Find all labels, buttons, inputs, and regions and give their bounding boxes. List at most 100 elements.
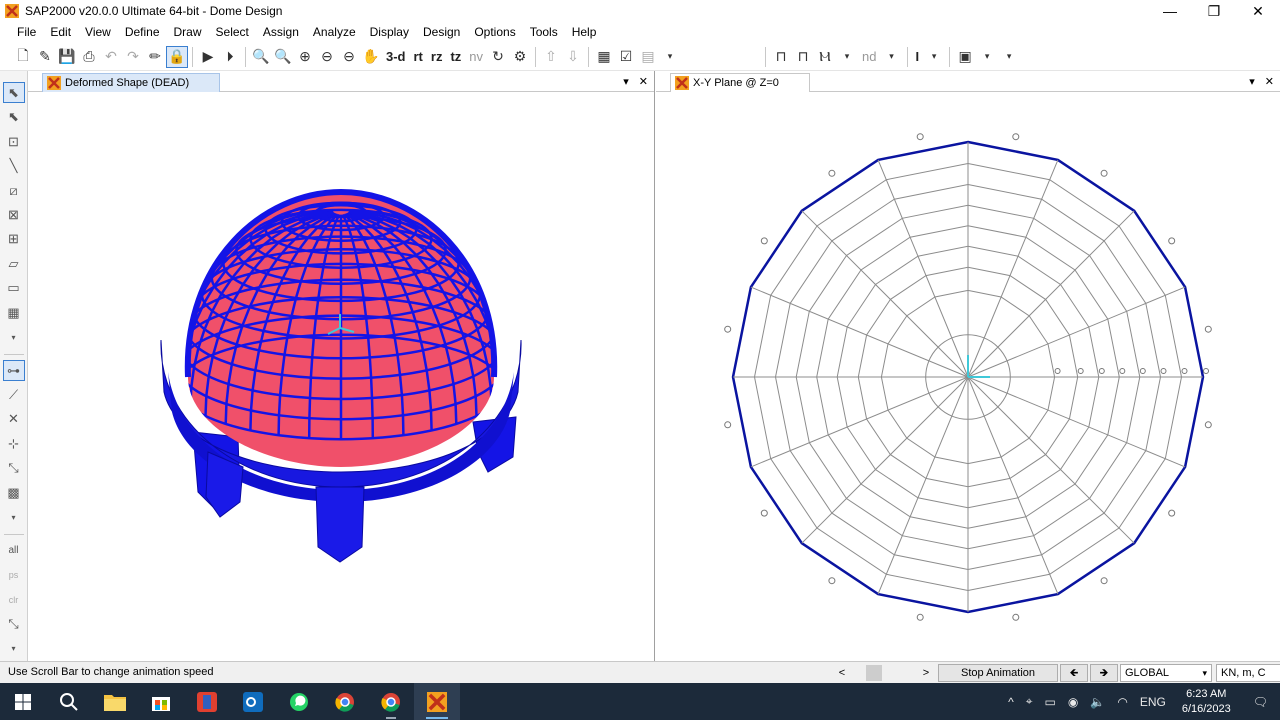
tab-xy-plane[interactable]: X-Y Plane @ Z=0 (670, 73, 810, 92)
search-button[interactable] (46, 683, 92, 720)
view-tz-button[interactable]: tz (446, 46, 465, 68)
rotate-view-icon[interactable]: ↻ (487, 46, 509, 68)
window-menu-icon[interactable]: ▾ (623, 75, 629, 88)
redo-icon[interactable]: ↷ (122, 46, 144, 68)
plan-view-window[interactable]: X-Y Plane @ Z=0 ▾ ✕ (656, 71, 1280, 661)
draw-area-icon[interactable]: ▱ (3, 253, 25, 274)
select-line-icon[interactable]: ⟋ (3, 384, 25, 405)
language-indicator[interactable]: ENG (1134, 695, 1172, 709)
scroll-left-button[interactable]: < (830, 664, 854, 682)
print-icon[interactable]: ⎙ (78, 46, 100, 68)
taskbar-app-red[interactable] (184, 683, 230, 720)
draw-rect-area-icon[interactable]: ▭ (3, 278, 25, 299)
select-grid-icon[interactable]: ▩ (3, 482, 25, 503)
frame-icon[interactable]: ⊓ (770, 46, 792, 68)
check-model-icon[interactable]: ☑ (615, 46, 637, 68)
model-3d-canvas[interactable] (28, 92, 654, 661)
more-arrow-icon[interactable]: ▾ (3, 507, 25, 528)
taskbar-chrome[interactable] (322, 683, 368, 720)
plan-canvas[interactable] (656, 92, 1280, 661)
pencil-icon[interactable]: ✏ (144, 46, 166, 68)
stop-animation-button[interactable]: Stop Animation (938, 664, 1058, 682)
nd-button[interactable]: nd (858, 46, 880, 68)
zoom-out-icon[interactable]: ⊖ (316, 46, 338, 68)
coordinate-system-select[interactable]: GLOBAL ▾ (1120, 664, 1212, 682)
quick-area-icon[interactable]: ▦ (3, 302, 25, 323)
snap-icon[interactable]: ⤡ (3, 613, 25, 634)
pointer-icon[interactable]: ⬉ (2, 82, 25, 104)
lock-icon[interactable]: 🔒 (166, 45, 188, 68)
clock[interactable]: 6:23 AM 6/16/2023 (1172, 687, 1241, 717)
pan-hand-icon[interactable]: ✋ (360, 46, 382, 68)
view-rt-button[interactable]: rt (410, 46, 427, 68)
save-icon[interactable]: 💾 (56, 46, 78, 68)
select-frame-icon[interactable]: ⤡ (3, 458, 25, 479)
previous-step-button[interactable]: 🡸 (1060, 664, 1088, 682)
draw-brace-icon[interactable]: ⊠ (3, 204, 25, 225)
taskbar-sap2000[interactable] (414, 683, 460, 720)
deformed-shape-window[interactable]: Deformed Shape (DEAD) ▾ ✕ (28, 71, 655, 661)
minimize-button[interactable]: — (1148, 0, 1192, 22)
menu-draw[interactable]: Draw (167, 22, 209, 42)
menu-file[interactable]: File (10, 22, 43, 42)
close-button[interactable]: ✕ (1236, 0, 1280, 22)
draw-point-icon[interactable]: ⊡ (3, 131, 25, 152)
run-analysis-icon[interactable]: ▶ (197, 46, 219, 68)
dropdown-arrow-icon[interactable]: ▾ (998, 46, 1020, 68)
taskbar-outlook[interactable] (230, 683, 276, 720)
zoom-step-icon[interactable]: ⊖ (338, 46, 360, 68)
taskbar-whatsapp[interactable] (276, 683, 322, 720)
view-3d-button[interactable]: 3-d (382, 46, 410, 68)
frame-release-icon[interactable]: ⊓ (792, 46, 814, 68)
menu-help[interactable]: Help (565, 22, 604, 42)
zoom-in-icon[interactable]: ⊕ (294, 46, 316, 68)
new-file-icon[interactable]: 🗋 (12, 46, 34, 68)
menu-options[interactable]: Options (467, 22, 522, 42)
frame-load-icon[interactable]: Ⲙ (814, 46, 836, 68)
usb-icon[interactable]: ▭ (1039, 695, 1062, 709)
show-hidden-icons-button[interactable]: ^ (1002, 695, 1020, 709)
units-select[interactable]: KN, m, C ▾ (1216, 664, 1280, 682)
taskbar-chrome-profile[interactable] (368, 683, 414, 720)
show-forces-icon[interactable]: ▤ (637, 46, 659, 68)
taskbar-store[interactable] (138, 683, 184, 720)
tab-deformed-shape[interactable]: Deformed Shape (DEAD) (42, 73, 221, 92)
select-intersect-icon[interactable]: ✕ (3, 409, 25, 430)
menu-analyze[interactable]: Analyze (306, 22, 363, 42)
camera-icon[interactable]: ◉ (1062, 695, 1084, 709)
close-window-icon[interactable]: ✕ (639, 75, 648, 88)
shell-icon[interactable]: ▣ (954, 46, 976, 68)
notification-icon[interactable]: 🗨 (1241, 695, 1280, 709)
previous-select-icon[interactable]: ps (3, 564, 25, 585)
menu-display[interactable]: Display (363, 22, 416, 42)
reshape-icon[interactable]: ⬉ (3, 106, 25, 127)
close-window-icon[interactable]: ✕ (1265, 75, 1274, 88)
dropdown-arrow-icon[interactable]: ▾ (976, 46, 998, 68)
text-tool-button[interactable]: I (912, 46, 924, 68)
dropdown-arrow-icon[interactable]: ▾ (881, 46, 903, 68)
more-arrow-icon[interactable]: ▾ (3, 638, 25, 659)
menu-tools[interactable]: Tools (523, 22, 565, 42)
wifi-icon[interactable]: ◠ (1111, 695, 1133, 709)
dropdown-arrow-icon[interactable]: ▾ (923, 46, 945, 68)
select-all-icon[interactable]: all (3, 540, 25, 561)
menu-design[interactable]: Design (416, 22, 467, 42)
start-button[interactable] (0, 683, 46, 720)
move-down-icon[interactable]: ⇩ (562, 46, 584, 68)
next-step-button[interactable]: 🡺 (1090, 664, 1118, 682)
zoom-restore-icon[interactable]: 🔍 (272, 46, 294, 68)
perspective-icon[interactable]: ⚙ (509, 46, 531, 68)
display-options-icon[interactable]: ▦ (593, 46, 615, 68)
window-menu-icon[interactable]: ▾ (1249, 75, 1255, 88)
undo-icon[interactable]: ↶ (100, 46, 122, 68)
location-icon[interactable]: ⌖ (1020, 694, 1039, 709)
menu-define[interactable]: Define (118, 22, 167, 42)
draw-quick-frame-icon[interactable]: ⧄ (3, 180, 25, 201)
move-up-icon[interactable]: ⇧ (540, 46, 562, 68)
taskbar-file-explorer[interactable] (92, 683, 138, 720)
view-rz-button[interactable]: rz (427, 46, 447, 68)
scroll-right-button[interactable]: > (914, 664, 938, 682)
draw-frame-icon[interactable]: ╲ (3, 155, 25, 176)
clear-select-icon[interactable]: clr (3, 589, 25, 610)
restore-button[interactable]: ❐ (1192, 0, 1236, 22)
